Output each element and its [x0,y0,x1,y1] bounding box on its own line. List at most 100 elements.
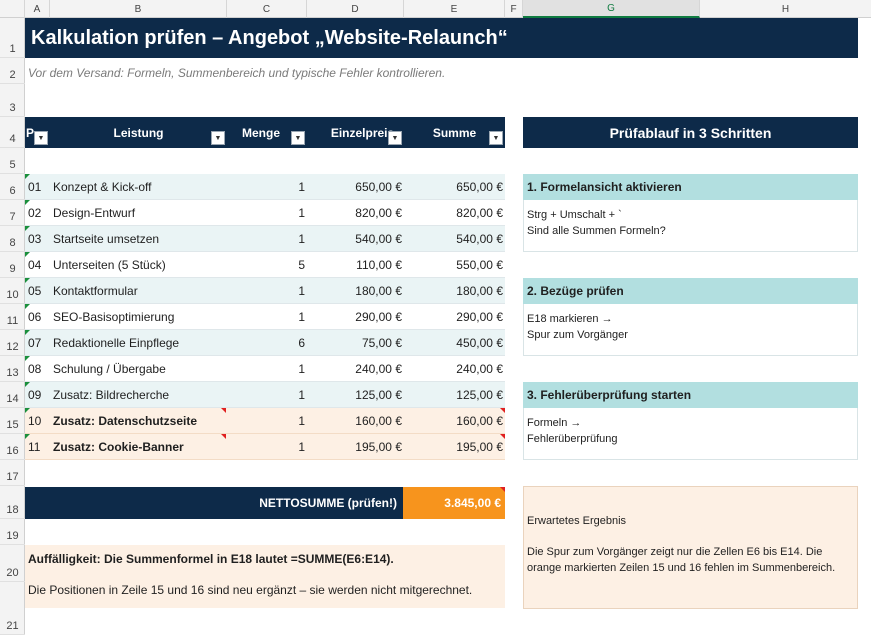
cell-position[interactable]: 06 [28,310,41,324]
cell-summe[interactable]: 550,00 € [405,258,503,272]
column-header-g[interactable]: G [523,0,700,18]
column-header-f[interactable]: F [505,0,523,18]
cell-leistung[interactable]: Kontaktformular [53,284,138,298]
chevron-down-icon[interactable]: ▼ [489,131,503,145]
chevron-down-icon[interactable]: ▼ [291,131,305,145]
row-header-6[interactable]: 6 [0,174,25,200]
number-as-text-indicator-icon[interactable] [25,408,30,413]
cell-position[interactable]: 01 [28,180,41,194]
row-header-7[interactable]: 7 [0,200,25,226]
error-indicator-icon[interactable] [500,487,505,492]
column-header-a[interactable]: A [25,0,50,18]
cell-leistung[interactable]: Design-Entwurf [53,206,135,220]
net-total-value[interactable]: 3.845,00 € [403,487,505,519]
cell-menge[interactable]: 1 [227,362,305,376]
row-header-18[interactable]: 18 [0,486,25,519]
row-header-21[interactable]: 21 [0,582,25,635]
number-as-text-indicator-icon[interactable] [25,278,30,283]
table-row[interactable]: 10 Zusatz: Datenschutzseite 1 160,00 €160,0… [25,408,505,434]
cell-einzelpreis[interactable]: 290,00 € [307,310,402,324]
row-header-4[interactable]: 4 [0,117,25,148]
cell-einzelpreis[interactable]: 125,00 € [307,388,402,402]
table-row[interactable]: 05 Kontaktformular 1 180,00 €180,00 € [25,278,505,304]
row-header-16[interactable]: 16 [0,434,25,460]
column-header-b[interactable]: B [50,0,227,18]
number-as-text-indicator-icon[interactable] [25,382,30,387]
cell-menge[interactable]: 1 [227,284,305,298]
row-header-12[interactable]: 12 [0,330,25,356]
cell-leistung[interactable]: Zusatz: Datenschutzseite [53,414,197,428]
cell-menge[interactable]: 1 [227,232,305,246]
cell-leistung[interactable]: SEO-Basisoptimierung [53,310,174,324]
cell-summe[interactable]: 195,00 € [405,440,503,454]
cell-leistung[interactable]: Konzept & Kick-off [53,180,152,194]
cell-position[interactable]: 07 [28,336,41,350]
number-as-text-indicator-icon[interactable] [25,200,30,205]
row-header-19[interactable]: 19 [0,519,25,545]
row-header-13[interactable]: 13 [0,356,25,382]
table-row[interactable]: 11 Zusatz: Cookie-Banner 1 195,00 €195,00 € [25,434,505,460]
row-header-9[interactable]: 9 [0,252,25,278]
cell-menge[interactable]: 6 [227,336,305,350]
cell-summe[interactable]: 125,00 € [405,388,503,402]
cell-menge[interactable]: 1 [227,414,305,428]
cell-menge[interactable]: 1 [227,206,305,220]
select-all-corner[interactable] [0,0,25,18]
cell-summe[interactable]: 240,00 € [405,362,503,376]
cell-summe[interactable]: 160,00 € [405,414,503,428]
cell-leistung[interactable]: Schulung / Übergabe [53,362,166,376]
row-header-2[interactable]: 2 [0,58,25,84]
table-row[interactable]: 03 Startseite umsetzen 1 540,00 €540,00 € [25,226,505,252]
table-row[interactable]: 09 Zusatz: Bildrecherche 1 125,00 €125,00 € [25,382,505,408]
cell-einzelpreis[interactable]: 820,00 € [307,206,402,220]
cell-position[interactable]: 03 [28,232,41,246]
cell-summe[interactable]: 180,00 € [405,284,503,298]
table-row[interactable]: 07 Redaktionelle Einpflege 6 75,00 €450,00 … [25,330,505,356]
cell-summe[interactable]: 820,00 € [405,206,503,220]
column-header-d[interactable]: D [307,0,404,18]
cell-summe[interactable]: 290,00 € [405,310,503,324]
cell-position[interactable]: 10 [28,414,41,428]
row-header-11[interactable]: 11 [0,304,25,330]
table-row[interactable]: 02 Design-Entwurf 1 820,00 €820,00 € [25,200,505,226]
cell-position[interactable]: 04 [28,258,41,272]
row-header-10[interactable]: 10 [0,278,25,304]
table-row[interactable]: 08 Schulung / Übergabe 1 240,00 €240,00 € [25,356,505,382]
cell-einzelpreis[interactable]: 110,00 € [307,258,402,272]
table-row[interactable]: 04 Unterseiten (5 Stück) 5 110,00 €550,00 € [25,252,505,278]
row-header-1[interactable]: 1 [0,18,25,58]
cell-einzelpreis[interactable]: 75,00 € [307,336,402,350]
row-header-8[interactable]: 8 [0,226,25,252]
number-as-text-indicator-icon[interactable] [25,304,30,309]
row-header-17[interactable]: 17 [0,460,25,486]
cell-einzelpreis[interactable]: 650,00 € [307,180,402,194]
cell-position[interactable]: 08 [28,362,41,376]
column-header-e[interactable]: E [404,0,505,18]
cell-position[interactable]: 05 [28,284,41,298]
cell-summe[interactable]: 650,00 € [405,180,503,194]
chevron-down-icon[interactable]: ▼ [211,131,225,145]
number-as-text-indicator-icon[interactable] [25,226,30,231]
table-row[interactable]: 06 SEO-Basisoptimierung 1 290,00 €290,00 € [25,304,505,330]
cell-position[interactable]: 11 [28,440,40,454]
error-indicator-icon[interactable] [500,434,505,439]
cell-einzelpreis[interactable]: 540,00 € [307,232,402,246]
cell-position[interactable]: 09 [28,388,41,402]
chevron-down-icon[interactable]: ▼ [34,131,48,145]
row-header-20[interactable]: 20 [0,545,25,582]
row-header-14[interactable]: 14 [0,382,25,408]
comment-indicator-icon[interactable] [221,408,226,413]
number-as-text-indicator-icon[interactable] [25,330,30,335]
row-header-5[interactable]: 5 [0,148,25,174]
cell-leistung[interactable]: Unterseiten (5 Stück) [53,258,166,272]
cell-einzelpreis[interactable]: 160,00 € [307,414,402,428]
row-header-15[interactable]: 15 [0,408,25,434]
number-as-text-indicator-icon[interactable] [25,252,30,257]
cell-leistung[interactable]: Zusatz: Bildrecherche [53,388,169,402]
table-row[interactable]: 01 Konzept & Kick-off 1 650,00 €650,00 € [25,174,505,200]
number-as-text-indicator-icon[interactable] [25,174,30,179]
column-header-c[interactable]: C [227,0,307,18]
cell-summe[interactable]: 540,00 € [405,232,503,246]
cell-menge[interactable]: 1 [227,180,305,194]
cell-einzelpreis[interactable]: 240,00 € [307,362,402,376]
